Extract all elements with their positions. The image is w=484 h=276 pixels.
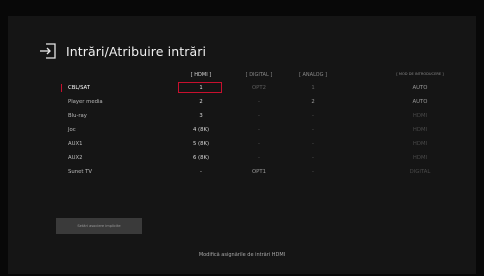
- digital-assignment[interactable]: -: [236, 96, 282, 108]
- hdmi-assignment[interactable]: 5 (8K): [178, 138, 224, 150]
- reset-defaults-button[interactable]: Setări asociere implicite: [56, 218, 142, 234]
- digital-assignment[interactable]: OPT1: [236, 166, 282, 178]
- input-label: Joc: [68, 127, 76, 133]
- column-header-mode: [ MOD DE INTRODUCERE ]: [396, 72, 444, 76]
- analog-assignment[interactable]: 2: [290, 96, 336, 108]
- digital-assignment[interactable]: OPT2: [236, 82, 282, 94]
- selection-marker: [61, 84, 62, 92]
- input-mode[interactable]: AUTO: [384, 82, 456, 94]
- input-row-joc[interactable]: Joc 4 (8K) - - HDMI: [60, 124, 470, 136]
- input-row-sunet-tv[interactable]: Sunet TV - OPT1 - DIGITAL: [60, 166, 470, 178]
- page-title: Intrări/Atribuire intrări: [66, 43, 207, 59]
- digital-assignment[interactable]: -: [236, 152, 282, 164]
- analog-assignment[interactable]: -: [290, 110, 336, 122]
- hdmi-assignment[interactable]: -: [178, 166, 224, 178]
- hdmi-assignment[interactable]: 4 (8K): [178, 124, 224, 136]
- input-label: Sunet TV: [68, 169, 92, 175]
- digital-assignment[interactable]: -: [236, 124, 282, 136]
- input-label: AUX1: [68, 141, 83, 147]
- hdmi-assignment[interactable]: 3: [178, 110, 224, 122]
- digital-assignment[interactable]: -: [236, 110, 282, 122]
- analog-assignment[interactable]: -: [290, 138, 336, 150]
- input-arrow-icon: [40, 43, 56, 59]
- input-mode[interactable]: HDMI: [384, 138, 456, 150]
- input-mode[interactable]: HDMI: [384, 110, 456, 122]
- screen: Intrări/Atribuire intrări [ HDMI ] [ DIG…: [0, 0, 484, 276]
- input-label: Player media: [68, 99, 103, 105]
- input-row-blu-ray[interactable]: Blu-ray 3 - - HDMI: [60, 110, 470, 122]
- input-label: Blu-ray: [68, 113, 87, 119]
- analog-assignment[interactable]: 1: [290, 82, 336, 94]
- analog-assignment[interactable]: -: [290, 152, 336, 164]
- hdmi-assignment[interactable]: 6 (8K): [178, 152, 224, 164]
- page-header: Intrări/Atribuire intrări: [38, 40, 206, 62]
- hdmi-assignment[interactable]: 1: [178, 82, 224, 94]
- help-hint: Modifică asignările de intrări HDMI: [198, 252, 286, 258]
- input-row-cbl-sat[interactable]: CBL/SAT 1 OPT2 1 AUTO: [60, 82, 470, 94]
- input-mode[interactable]: AUTO: [384, 96, 456, 108]
- input-label: CBL/SAT: [68, 85, 90, 91]
- digital-assignment[interactable]: -: [236, 138, 282, 150]
- input-row-aux1[interactable]: AUX1 5 (8K) - - HDMI: [60, 138, 470, 150]
- column-header-hdmi: [ HDMI ]: [190, 72, 212, 78]
- input-row-player-media[interactable]: Player media 2 - 2 AUTO: [60, 96, 470, 108]
- input-mode[interactable]: HDMI: [384, 124, 456, 136]
- input-mode[interactable]: DIGITAL: [384, 166, 456, 178]
- input-mode[interactable]: HDMI: [384, 152, 456, 164]
- input-label: AUX2: [68, 155, 83, 161]
- column-header-digital: [ DIGITAL ]: [245, 72, 273, 78]
- input-row-aux2[interactable]: AUX2 6 (8K) - - HDMI: [60, 152, 470, 164]
- hdmi-assignment[interactable]: 2: [178, 96, 224, 108]
- analog-assignment[interactable]: -: [290, 166, 336, 178]
- analog-assignment[interactable]: -: [290, 124, 336, 136]
- column-header-analog: [ ANALOG ]: [298, 72, 328, 78]
